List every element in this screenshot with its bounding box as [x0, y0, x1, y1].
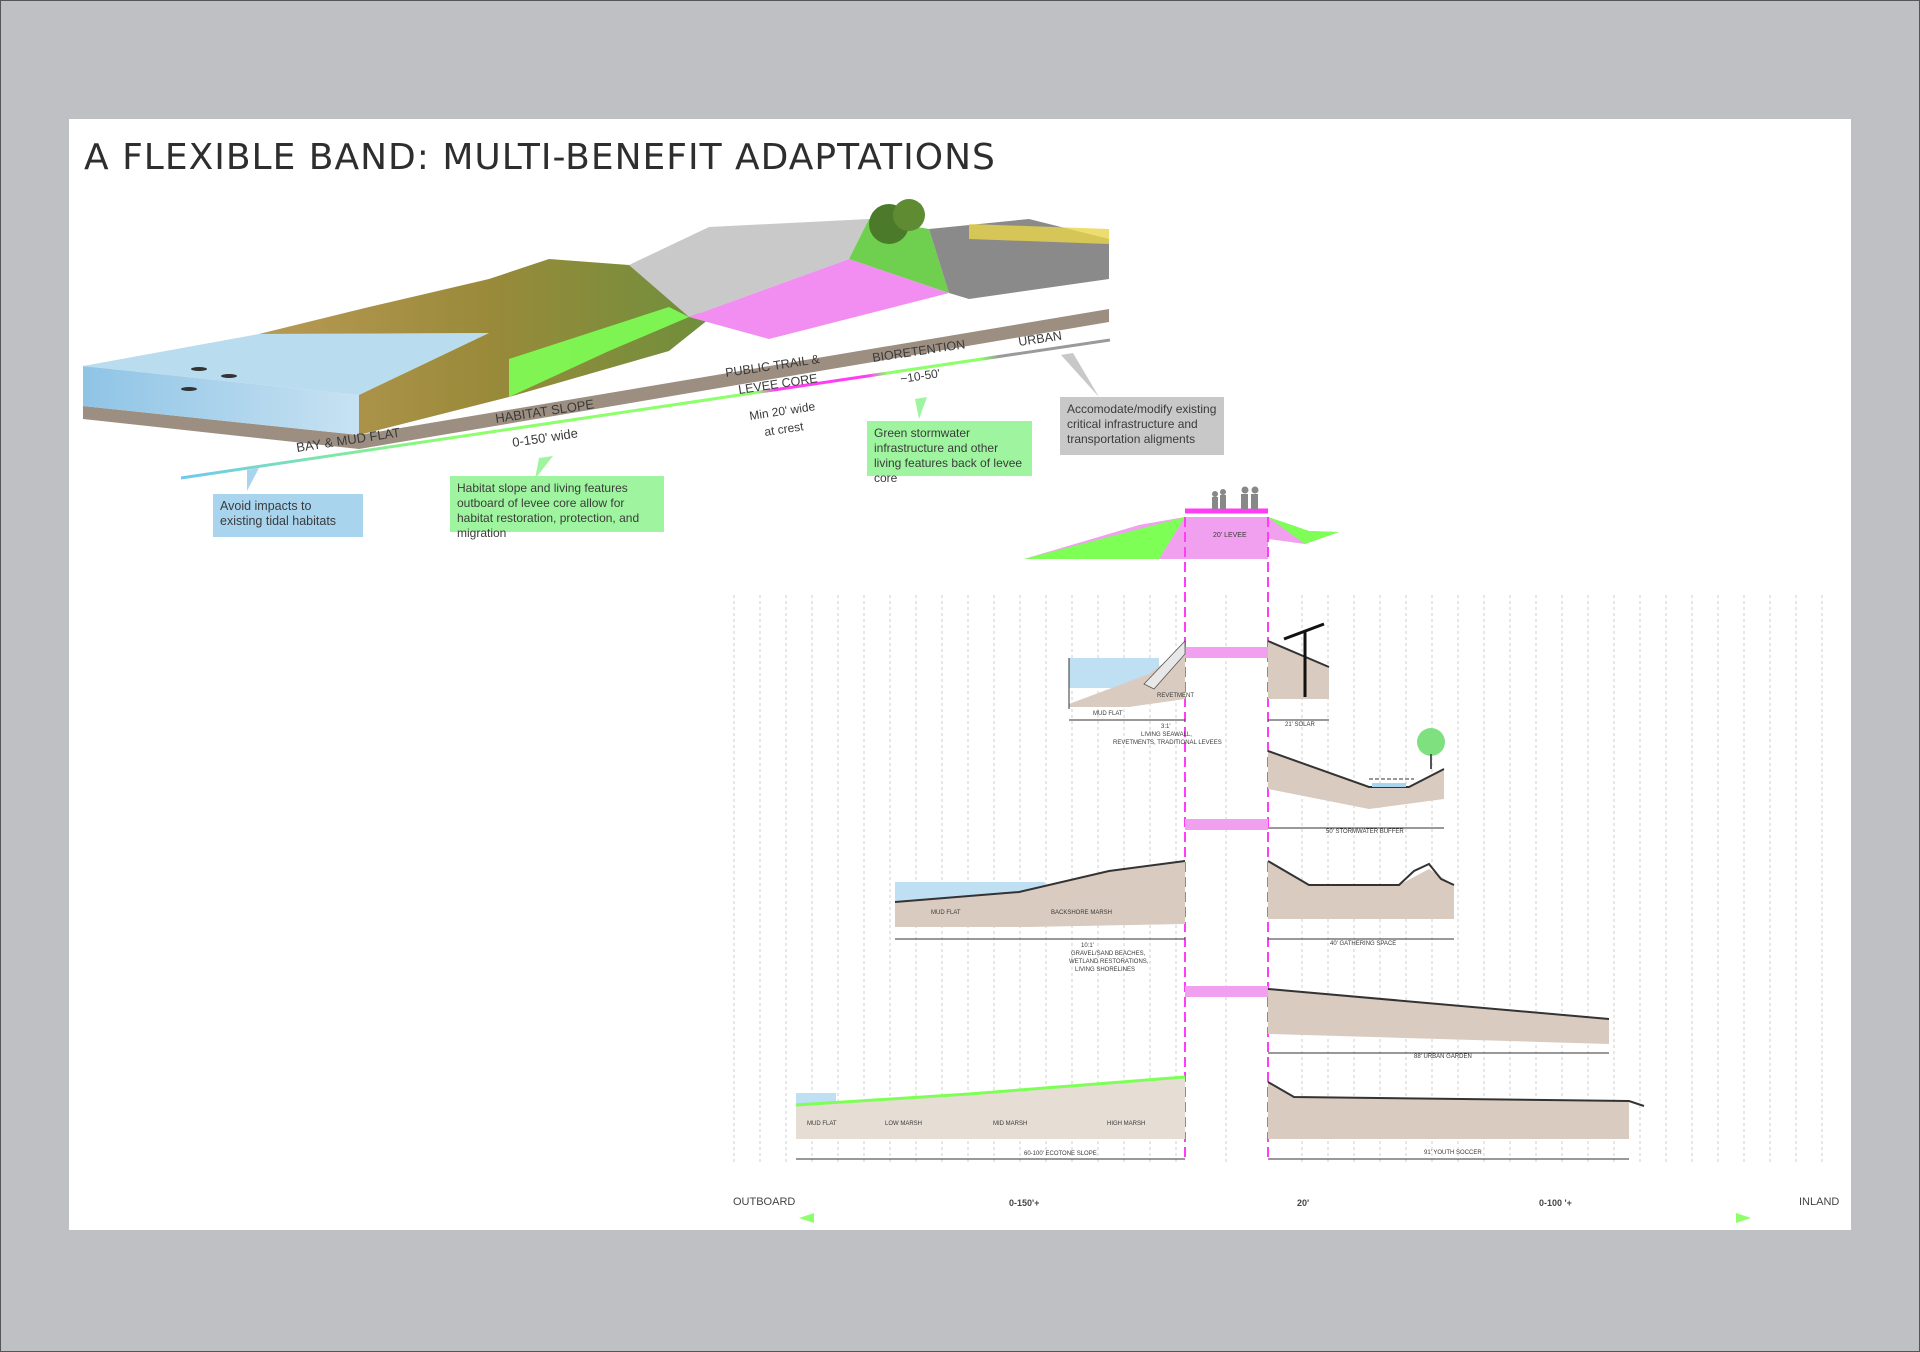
section-5: MUD FLAT LOW MARSH MID MARSH HIGH MARSH … — [795, 1075, 1645, 1160]
callout-bay: Avoid impacts to existing tidal habitats — [213, 494, 363, 537]
s4-right-label: 88' URBAN GARDEN — [1414, 1054, 1472, 1060]
callout-habitat: Habitat slope and living features outboa… — [450, 476, 664, 540]
s3-right-label: 40' GATHERING SPACE — [1330, 941, 1396, 947]
callout-pointer-bay — [247, 468, 259, 491]
kayak-icon — [181, 387, 197, 391]
axis-arrow-left — [799, 1213, 814, 1223]
zone-label-trail-width-1: Min 20' wide — [748, 399, 816, 423]
axonometric-strip — [83, 199, 1109, 449]
s5-mud-label: MUD FLAT — [807, 1121, 837, 1127]
section-4: 88' URBAN GARDEN — [1267, 988, 1610, 1060]
kayak-icon — [221, 374, 237, 378]
s5-high-label: HIGH MARSH — [1107, 1121, 1145, 1127]
s1-right-soil — [1268, 641, 1329, 699]
section-2: 50' STORMWATER BUFFER — [1267, 728, 1445, 835]
people-icon — [1212, 486, 1259, 509]
axis-label-left-range: 0-150'+ — [1009, 1198, 1040, 1208]
callout-bio: Green stormwater infrastructure and othe… — [867, 421, 1032, 485]
levee-profile: 20' LEVEE — [1024, 486, 1339, 559]
s3-dim2: GRAVEL/SAND BEACHES, — [1071, 951, 1146, 957]
s1-dim1: 3:1' — [1161, 724, 1171, 730]
zone-label-habitat: HABITAT SLOPE — [494, 396, 595, 426]
s1-right-label: 21' SOLAR — [1285, 722, 1315, 728]
s3-mud-label: MUD FLAT — [931, 910, 961, 916]
callout-pointer-bio — [915, 397, 927, 419]
diagram-canvas: BAY & MUD FLAT HABITAT SLOPE 0-150' wide… — [83, 199, 1844, 1223]
s5-soil — [796, 1077, 1185, 1139]
s3-right-soil — [1268, 861, 1454, 919]
s4-soil — [1268, 989, 1609, 1044]
axis-label-outboard: OUTBOARD — [733, 1196, 796, 1208]
s5-right-label: 91' YOUTH SOCCER — [1424, 1150, 1482, 1156]
s5-low-label: LOW MARSH — [885, 1121, 922, 1127]
s1-dim2: LIVING SEAWALL, — [1141, 732, 1192, 738]
s1-dim3: REVETMENTS, TRADITIONAL LEVEES — [1113, 740, 1222, 746]
s5-dim-label: 60-100' ECOTONE SLOPE — [1024, 1151, 1097, 1157]
s3-marsh-label: BACKSHORE MARSH — [1051, 910, 1112, 916]
axis-label-right-range: 0-100 '+ — [1539, 1198, 1572, 1208]
callout-urban: Accomodate/modify existing critical infr… — [1060, 397, 1224, 455]
s5-mid-label: MID MARSH — [993, 1121, 1027, 1127]
axis-label-center: 20' — [1297, 1198, 1310, 1208]
content-panel: A FLEXIBLE BAND: MULTI-BENEFIT ADAPTATIO… — [69, 119, 1851, 1230]
kayak-icon — [191, 367, 207, 371]
s3-dim4: LIVING SHORELINES — [1075, 967, 1135, 973]
axis-label-inland: INLAND — [1799, 1196, 1840, 1208]
levee-label: 20' LEVEE — [1213, 532, 1247, 539]
tree-icon — [1417, 728, 1445, 756]
s1-rev-label: REVETMENT — [1157, 693, 1194, 699]
axis-arrow-right — [1736, 1213, 1751, 1223]
tree-icon — [893, 199, 925, 231]
bottom-axis — [729, 1213, 1844, 1223]
s1-mud-label: MUD FLAT — [1093, 711, 1123, 717]
section-1: MUD FLAT REVETMENT 3:1' LIVING SEAWALL, … — [1068, 622, 1330, 746]
zone-label-trail-width-2: at crest — [763, 419, 805, 439]
callout-pointer-urban — [1061, 353, 1099, 397]
s5-right-soil — [1268, 1082, 1629, 1139]
s2-right-label: 50' STORMWATER BUFFER — [1326, 829, 1404, 835]
s2-water — [1372, 783, 1406, 787]
s3-dim3: WETLAND RESTORATIONS, — [1069, 959, 1149, 965]
zone-label-habitat-width: 0-150' wide — [511, 425, 579, 450]
section-3: MUD FLAT BACKSHORE MARSH 10:1' GRAVEL/SA… — [894, 860, 1455, 973]
s3-dim1: 10:1' — [1081, 943, 1094, 949]
